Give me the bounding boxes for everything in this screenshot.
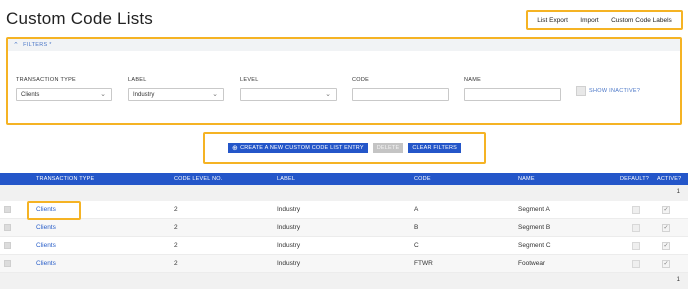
table-row[interactable]: Clients 2 Industry FTWR Footwear ✓ xyxy=(0,255,688,273)
label-filter-label: LABEL xyxy=(128,77,147,83)
clear-filters-button[interactable]: CLEAR FILTERS xyxy=(408,143,462,153)
col-code[interactable]: CODE xyxy=(414,176,431,182)
default-checkbox xyxy=(632,224,640,232)
col-name[interactable]: NAME xyxy=(518,176,535,182)
transaction-type-link[interactable]: Clients xyxy=(36,242,56,249)
code-input[interactable] xyxy=(352,88,449,101)
col-default[interactable]: DEFAULT? xyxy=(620,176,649,182)
pager-top: 1 xyxy=(0,185,688,201)
check-icon: ✓ xyxy=(663,207,669,213)
transaction-type-select[interactable]: Clients ⌄ xyxy=(16,88,112,101)
label-cell: Industry xyxy=(277,260,301,267)
page-indicator-top[interactable]: 1 xyxy=(677,189,680,195)
code-filter-label: CODE xyxy=(352,77,370,83)
chevron-down-icon: ⌄ xyxy=(325,91,331,98)
code-cell: FTWR xyxy=(414,260,433,267)
create-entry-button[interactable]: ⊕ CREATE A NEW CUSTOM CODE LIST ENTRY xyxy=(227,143,368,153)
transaction-type-link[interactable]: Clients xyxy=(36,260,56,267)
default-checkbox xyxy=(632,242,640,250)
transaction-type-value: Clients xyxy=(21,91,40,98)
name-filter: NAME xyxy=(464,77,561,101)
check-icon: ✓ xyxy=(663,225,669,231)
active-checkbox: ✓ xyxy=(662,260,670,268)
plus-circle-icon: ⊕ xyxy=(231,145,239,152)
transaction-type-link[interactable]: Clients xyxy=(36,224,56,231)
name-cell: Segment A xyxy=(518,206,550,213)
filters-toggle[interactable]: ⌃ FILTERS * xyxy=(8,39,680,51)
name-filter-label: NAME xyxy=(464,77,482,83)
default-checkbox xyxy=(632,260,640,268)
check-icon: ✓ xyxy=(663,261,669,267)
active-checkbox: ✓ xyxy=(662,242,670,250)
col-label[interactable]: LABEL xyxy=(277,176,295,182)
chevron-up-icon: ⌃ xyxy=(13,41,20,49)
level-filter: LEVEL ⌄ xyxy=(240,77,337,101)
active-checkbox: ✓ xyxy=(662,206,670,214)
show-inactive-label: SHOW INACTIVE? xyxy=(589,88,641,94)
filters-header-label: FILTERS * xyxy=(23,42,52,48)
label-value: Industry xyxy=(133,91,155,98)
custom-code-labels-link[interactable]: Custom Code Labels xyxy=(611,17,672,24)
page-title: Custom Code Lists xyxy=(6,9,154,28)
top-links-box: List Export Import Custom Code Labels xyxy=(526,10,683,30)
list-export-link[interactable]: List Export xyxy=(537,17,568,24)
col-code-level[interactable]: CODE LEVEL NO. xyxy=(174,176,222,182)
code-list-grid: TRANSACTION TYPE CODE LEVEL NO. LABEL CO… xyxy=(0,173,688,289)
page-indicator-bottom[interactable]: 1 xyxy=(677,277,680,283)
table-row[interactable]: Clients 2 Industry C Segment C ✓ xyxy=(0,237,688,255)
row-select-checkbox[interactable] xyxy=(4,224,11,231)
label-select[interactable]: Industry ⌄ xyxy=(128,88,224,101)
row-select-checkbox[interactable] xyxy=(4,260,11,267)
chevron-down-icon: ⌄ xyxy=(212,91,218,98)
pager-bottom: 1 xyxy=(0,273,688,289)
level-select[interactable]: ⌄ xyxy=(240,88,337,101)
delete-button[interactable]: DELETE xyxy=(372,143,404,153)
name-cell: Footwear xyxy=(518,260,546,267)
grid-header: TRANSACTION TYPE CODE LEVEL NO. LABEL CO… xyxy=(0,173,688,185)
label-filter: LABEL Industry ⌄ xyxy=(128,77,224,101)
col-transaction-type[interactable]: TRANSACTION TYPE xyxy=(36,176,94,182)
label-cell: Industry xyxy=(277,242,301,249)
active-checkbox: ✓ xyxy=(662,224,670,232)
label-cell: Industry xyxy=(277,224,301,231)
table-row[interactable]: Clients 2 Industry A Segment A ✓ xyxy=(0,201,688,219)
row-select-checkbox[interactable] xyxy=(4,242,11,249)
code-cell: B xyxy=(414,224,419,231)
code-level-cell: 2 xyxy=(174,242,178,249)
code-cell: A xyxy=(414,206,419,213)
table-row[interactable]: Clients 2 Industry B Segment B ✓ xyxy=(0,219,688,237)
filters-panel: ⌃ FILTERS * TRANSACTION TYPE Clients ⌄ L… xyxy=(6,37,682,125)
transaction-type-filter: TRANSACTION TYPE Clients ⌄ xyxy=(16,77,112,101)
import-link[interactable]: Import xyxy=(580,17,598,24)
action-buttons-box: ⊕ CREATE A NEW CUSTOM CODE LIST ENTRY DE… xyxy=(203,132,486,164)
show-inactive-toggle: SHOW INACTIVE? xyxy=(576,86,640,96)
check-icon: ✓ xyxy=(663,243,669,249)
show-inactive-checkbox[interactable] xyxy=(576,86,586,96)
code-level-cell: 2 xyxy=(174,260,178,267)
label-cell: Industry xyxy=(277,206,301,213)
name-cell: Segment B xyxy=(518,224,551,231)
chevron-down-icon: ⌄ xyxy=(100,91,106,98)
code-cell: C xyxy=(414,242,419,249)
default-checkbox xyxy=(632,206,640,214)
name-input[interactable] xyxy=(464,88,561,101)
level-filter-label: LEVEL xyxy=(240,77,259,83)
col-active[interactable]: ACTIVE? xyxy=(657,176,681,182)
code-level-cell: 2 xyxy=(174,224,178,231)
highlight-clients-cell xyxy=(27,201,81,220)
transaction-type-label: TRANSACTION TYPE xyxy=(16,77,77,83)
create-entry-label: CREATE A NEW CUSTOM CODE LIST ENTRY xyxy=(240,145,364,151)
row-select-checkbox[interactable] xyxy=(4,206,11,213)
name-cell: Segment C xyxy=(518,242,551,249)
code-level-cell: 2 xyxy=(174,206,178,213)
code-filter: CODE xyxy=(352,77,449,101)
